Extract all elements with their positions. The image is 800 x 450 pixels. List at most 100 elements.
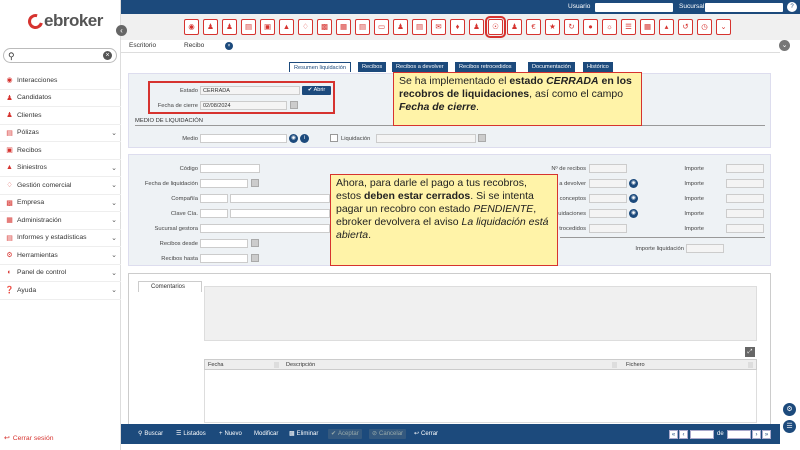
- subtab-recibos[interactable]: Recibos: [358, 62, 387, 72]
- info-icon[interactable]: i: [300, 134, 309, 143]
- calculator-icon[interactable]: ▦: [336, 19, 351, 35]
- globe-icon[interactable]: ◉: [184, 19, 199, 35]
- last-page-icon[interactable]: »: [762, 430, 771, 439]
- sync-icon[interactable]: ↺: [678, 19, 693, 35]
- sidebar-item-recibos[interactable]: ▣ Recibos: [0, 142, 121, 160]
- document-icon[interactable]: ▤: [241, 19, 256, 35]
- modificar-button[interactable]: Modificar: [254, 429, 278, 439]
- tab-escritorio[interactable]: Escritorio: [129, 42, 156, 49]
- brand-logo[interactable]: ebroker: [25, 10, 103, 32]
- settings-fab-icon[interactable]: ⚙: [783, 403, 796, 416]
- view-icon[interactable]: ◉: [629, 194, 638, 203]
- euro-icon[interactable]: €: [526, 19, 541, 35]
- tab-comentarios[interactable]: Comentarios: [138, 281, 202, 292]
- sidebar-item-polizas[interactable]: ▤ Pólizas ⌄: [0, 125, 121, 142]
- sidebar-item-siniestros[interactable]: ▲ Siniestros ⌄: [0, 160, 121, 177]
- clock-icon[interactable]: ◷: [697, 19, 712, 35]
- bank-icon[interactable]: ▴: [659, 19, 674, 35]
- close-tab-icon[interactable]: ×: [225, 42, 233, 50]
- recibos-desde-field[interactable]: [200, 239, 248, 248]
- sidebar-item-herramientas[interactable]: ⚙ Herramientas ⌄: [0, 247, 121, 265]
- subtab-recibos-devolver[interactable]: Recibos a devolver: [392, 62, 448, 72]
- sidebar-item-panel-control[interactable]: ◐ Panel de control ⌄: [0, 265, 121, 282]
- fire-icon[interactable]: ▲: [279, 19, 294, 35]
- sidebar-item-interacciones[interactable]: ◉ Interacciones: [0, 72, 121, 90]
- user-icon[interactable]: ♟: [222, 19, 237, 35]
- prev-page-icon[interactable]: ‹: [679, 430, 688, 439]
- comentarios-textarea[interactable]: [204, 286, 757, 341]
- help-icon[interactable]: ?: [787, 2, 797, 12]
- buscar-button[interactable]: ⚲ Buscar: [138, 429, 163, 439]
- sidebar-item-gestion-comercial[interactable]: ♢ Gestión comercial ⌄: [0, 177, 121, 195]
- eliminar-button[interactable]: ▩ Eliminar: [289, 429, 318, 439]
- clear-search-icon[interactable]: ×: [103, 51, 112, 60]
- calendar-icon[interactable]: [251, 179, 259, 187]
- compania-name-field[interactable]: [230, 194, 330, 203]
- codigo-field[interactable]: [200, 164, 260, 173]
- column-resize-handle[interactable]: [612, 362, 617, 368]
- lightbulb-icon[interactable]: ☼: [602, 19, 617, 35]
- abrir-button[interactable]: ✔ Abrir: [302, 86, 331, 95]
- receipt-icon[interactable]: ▣: [260, 19, 275, 35]
- users-icon[interactable]: ♟: [393, 19, 408, 35]
- column-resize-handle[interactable]: [748, 362, 753, 368]
- tab-recibo[interactable]: Recibo: [184, 42, 204, 49]
- fecha-liquidacion-field[interactable]: [200, 179, 248, 188]
- chevron-down-icon[interactable]: ⌄: [716, 19, 731, 35]
- compania-code-field[interactable]: [200, 194, 228, 203]
- view-icon[interactable]: ◉: [629, 179, 638, 188]
- sidebar-item-ayuda[interactable]: ❓ Ayuda ⌄: [0, 282, 121, 300]
- first-page-icon[interactable]: «: [669, 430, 678, 439]
- sidebar-item-administracion[interactable]: ▦ Administración ⌄: [0, 212, 121, 230]
- calendar-icon[interactable]: [290, 101, 298, 109]
- cart-icon[interactable]: ♢: [298, 19, 313, 35]
- search-input[interactable]: ⚲ ×: [3, 48, 117, 63]
- mail-icon[interactable]: ✉: [431, 19, 446, 35]
- column-resize-handle[interactable]: [274, 362, 279, 368]
- sidebar-item-informes[interactable]: ▤ Informes y estadísticas ⌄: [0, 230, 121, 247]
- calendar-icon[interactable]: [251, 239, 259, 247]
- clave-cia-code-field[interactable]: [200, 209, 228, 218]
- chevron-down-icon[interactable]: ⌄: [779, 40, 790, 51]
- team-icon[interactable]: ♟: [507, 19, 522, 35]
- folder-icon[interactable]: ▭: [374, 19, 389, 35]
- subtab-resumen-liquidacion[interactable]: Resumen liquidación: [289, 62, 351, 72]
- refresh-icon[interactable]: ↻: [564, 19, 579, 35]
- group-icon[interactable]: ♟: [469, 19, 484, 35]
- sucursal-field[interactable]: [705, 3, 783, 12]
- money-icon[interactable]: ●: [583, 19, 598, 35]
- col-fecha[interactable]: Fecha: [208, 362, 224, 368]
- usuario-field[interactable]: [595, 3, 673, 12]
- next-page-icon[interactable]: ›: [752, 430, 761, 439]
- handshake-icon[interactable]: ♦: [450, 19, 465, 35]
- logout-link[interactable]: ↩ Cerrar sesión: [4, 434, 54, 443]
- sidebar-item-clientes[interactable]: ♟ Clientes: [0, 107, 121, 125]
- subtab-historico[interactable]: Histórico: [583, 62, 613, 72]
- grid-icon[interactable]: ▦: [640, 19, 655, 35]
- listados-button[interactable]: ☰ Listados: [176, 429, 206, 439]
- sidebar-item-empresa[interactable]: ▩ Empresa ⌄: [0, 195, 121, 212]
- chart-icon[interactable]: ▤: [355, 19, 370, 35]
- clave-cia-name-field[interactable]: [230, 209, 330, 218]
- briefcase-icon[interactable]: ▩: [317, 19, 332, 35]
- link-icon[interactable]: [478, 134, 486, 142]
- list-fab-icon[interactable]: ☰: [783, 420, 796, 433]
- collapse-sidebar-icon[interactable]: ‹: [116, 25, 127, 36]
- cerrar-button[interactable]: ↩ Cerrar: [414, 429, 438, 439]
- subtab-documentacion[interactable]: Documentación: [528, 62, 575, 72]
- list-icon[interactable]: ☰: [621, 19, 636, 35]
- col-descripcion[interactable]: Descripción: [286, 362, 315, 368]
- id-card-icon[interactable]: ▤: [412, 19, 427, 35]
- recibos-hasta-field[interactable]: [200, 254, 248, 263]
- view-icon[interactable]: ◉: [289, 134, 298, 143]
- col-fichero[interactable]: Fichero: [626, 362, 645, 368]
- user-plus-icon[interactable]: ♟: [203, 19, 218, 35]
- star-icon[interactable]: ★: [545, 19, 560, 35]
- nuevo-button[interactable]: + Nuevo: [219, 429, 242, 439]
- calendar-icon[interactable]: [251, 254, 259, 262]
- subtab-recibos-retrocedidos[interactable]: Recibos retrocedidos: [455, 62, 516, 72]
- expand-icon[interactable]: ⤢: [745, 347, 755, 357]
- sidebar-item-candidatos[interactable]: ♟ Candidatos: [0, 90, 121, 107]
- liquidation-icon[interactable]: ☉: [485, 16, 506, 38]
- liquidacion-checkbox[interactable]: [330, 134, 338, 142]
